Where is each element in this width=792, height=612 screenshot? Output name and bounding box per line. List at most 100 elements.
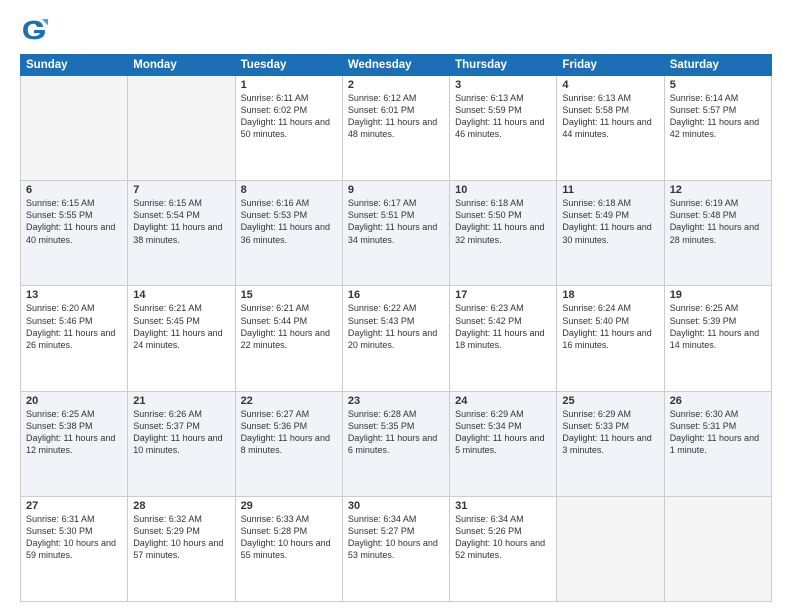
day-number: 21 bbox=[133, 395, 229, 407]
header bbox=[20, 16, 772, 44]
weekday-header-row: SundayMondayTuesdayWednesdayThursdayFrid… bbox=[21, 55, 772, 76]
day-number: 7 bbox=[133, 184, 229, 196]
cell-info: Sunrise: 6:21 AMSunset: 5:44 PMDaylight:… bbox=[241, 302, 337, 351]
calendar-cell: 17Sunrise: 6:23 AMSunset: 5:42 PMDayligh… bbox=[450, 286, 557, 391]
day-number: 12 bbox=[670, 184, 766, 196]
cell-info: Sunrise: 6:18 AMSunset: 5:50 PMDaylight:… bbox=[455, 197, 551, 246]
day-number: 3 bbox=[455, 79, 551, 91]
calendar-cell: 22Sunrise: 6:27 AMSunset: 5:36 PMDayligh… bbox=[235, 391, 342, 496]
calendar-cell: 18Sunrise: 6:24 AMSunset: 5:40 PMDayligh… bbox=[557, 286, 664, 391]
day-number: 15 bbox=[241, 289, 337, 301]
calendar-cell: 8Sunrise: 6:16 AMSunset: 5:53 PMDaylight… bbox=[235, 181, 342, 286]
day-number: 30 bbox=[348, 500, 444, 512]
cell-info: Sunrise: 6:31 AMSunset: 5:30 PMDaylight:… bbox=[26, 513, 122, 562]
day-number: 23 bbox=[348, 395, 444, 407]
day-number: 17 bbox=[455, 289, 551, 301]
calendar-row-3: 20Sunrise: 6:25 AMSunset: 5:38 PMDayligh… bbox=[21, 391, 772, 496]
calendar-cell: 12Sunrise: 6:19 AMSunset: 5:48 PMDayligh… bbox=[664, 181, 771, 286]
cell-info: Sunrise: 6:15 AMSunset: 5:55 PMDaylight:… bbox=[26, 197, 122, 246]
calendar-cell: 30Sunrise: 6:34 AMSunset: 5:27 PMDayligh… bbox=[342, 496, 449, 601]
calendar-cell: 2Sunrise: 6:12 AMSunset: 6:01 PMDaylight… bbox=[342, 76, 449, 181]
cell-info: Sunrise: 6:29 AMSunset: 5:34 PMDaylight:… bbox=[455, 408, 551, 457]
calendar-cell bbox=[664, 496, 771, 601]
calendar-cell: 3Sunrise: 6:13 AMSunset: 5:59 PMDaylight… bbox=[450, 76, 557, 181]
cell-info: Sunrise: 6:30 AMSunset: 5:31 PMDaylight:… bbox=[670, 408, 766, 457]
calendar-cell: 29Sunrise: 6:33 AMSunset: 5:28 PMDayligh… bbox=[235, 496, 342, 601]
calendar-cell: 13Sunrise: 6:20 AMSunset: 5:46 PMDayligh… bbox=[21, 286, 128, 391]
calendar-cell bbox=[128, 76, 235, 181]
cell-info: Sunrise: 6:19 AMSunset: 5:48 PMDaylight:… bbox=[670, 197, 766, 246]
day-number: 6 bbox=[26, 184, 122, 196]
cell-info: Sunrise: 6:22 AMSunset: 5:43 PMDaylight:… bbox=[348, 302, 444, 351]
calendar-cell: 4Sunrise: 6:13 AMSunset: 5:58 PMDaylight… bbox=[557, 76, 664, 181]
day-number: 14 bbox=[133, 289, 229, 301]
day-number: 24 bbox=[455, 395, 551, 407]
day-number: 10 bbox=[455, 184, 551, 196]
calendar-row-1: 6Sunrise: 6:15 AMSunset: 5:55 PMDaylight… bbox=[21, 181, 772, 286]
calendar-cell: 25Sunrise: 6:29 AMSunset: 5:33 PMDayligh… bbox=[557, 391, 664, 496]
calendar-cell: 21Sunrise: 6:26 AMSunset: 5:37 PMDayligh… bbox=[128, 391, 235, 496]
calendar-cell: 27Sunrise: 6:31 AMSunset: 5:30 PMDayligh… bbox=[21, 496, 128, 601]
cell-info: Sunrise: 6:21 AMSunset: 5:45 PMDaylight:… bbox=[133, 302, 229, 351]
day-number: 1 bbox=[241, 79, 337, 91]
calendar-cell: 11Sunrise: 6:18 AMSunset: 5:49 PMDayligh… bbox=[557, 181, 664, 286]
weekday-header-friday: Friday bbox=[557, 55, 664, 76]
cell-info: Sunrise: 6:29 AMSunset: 5:33 PMDaylight:… bbox=[562, 408, 658, 457]
cell-info: Sunrise: 6:20 AMSunset: 5:46 PMDaylight:… bbox=[26, 302, 122, 351]
day-number: 25 bbox=[562, 395, 658, 407]
calendar-cell bbox=[557, 496, 664, 601]
day-number: 16 bbox=[348, 289, 444, 301]
cell-info: Sunrise: 6:34 AMSunset: 5:26 PMDaylight:… bbox=[455, 513, 551, 562]
weekday-header-monday: Monday bbox=[128, 55, 235, 76]
calendar-cell: 16Sunrise: 6:22 AMSunset: 5:43 PMDayligh… bbox=[342, 286, 449, 391]
cell-info: Sunrise: 6:26 AMSunset: 5:37 PMDaylight:… bbox=[133, 408, 229, 457]
cell-info: Sunrise: 6:18 AMSunset: 5:49 PMDaylight:… bbox=[562, 197, 658, 246]
calendar-cell: 31Sunrise: 6:34 AMSunset: 5:26 PMDayligh… bbox=[450, 496, 557, 601]
day-number: 4 bbox=[562, 79, 658, 91]
cell-info: Sunrise: 6:13 AMSunset: 5:59 PMDaylight:… bbox=[455, 92, 551, 141]
cell-info: Sunrise: 6:14 AMSunset: 5:57 PMDaylight:… bbox=[670, 92, 766, 141]
day-number: 26 bbox=[670, 395, 766, 407]
day-number: 22 bbox=[241, 395, 337, 407]
weekday-header-saturday: Saturday bbox=[664, 55, 771, 76]
day-number: 31 bbox=[455, 500, 551, 512]
calendar-cell: 15Sunrise: 6:21 AMSunset: 5:44 PMDayligh… bbox=[235, 286, 342, 391]
logo bbox=[20, 16, 52, 44]
calendar-cell: 26Sunrise: 6:30 AMSunset: 5:31 PMDayligh… bbox=[664, 391, 771, 496]
cell-info: Sunrise: 6:25 AMSunset: 5:38 PMDaylight:… bbox=[26, 408, 122, 457]
cell-info: Sunrise: 6:28 AMSunset: 5:35 PMDaylight:… bbox=[348, 408, 444, 457]
calendar-cell: 6Sunrise: 6:15 AMSunset: 5:55 PMDaylight… bbox=[21, 181, 128, 286]
cell-info: Sunrise: 6:15 AMSunset: 5:54 PMDaylight:… bbox=[133, 197, 229, 246]
calendar-cell: 7Sunrise: 6:15 AMSunset: 5:54 PMDaylight… bbox=[128, 181, 235, 286]
calendar-cell bbox=[21, 76, 128, 181]
weekday-header-wednesday: Wednesday bbox=[342, 55, 449, 76]
cell-info: Sunrise: 6:27 AMSunset: 5:36 PMDaylight:… bbox=[241, 408, 337, 457]
calendar-cell: 19Sunrise: 6:25 AMSunset: 5:39 PMDayligh… bbox=[664, 286, 771, 391]
day-number: 29 bbox=[241, 500, 337, 512]
cell-info: Sunrise: 6:16 AMSunset: 5:53 PMDaylight:… bbox=[241, 197, 337, 246]
weekday-header-thursday: Thursday bbox=[450, 55, 557, 76]
cell-info: Sunrise: 6:17 AMSunset: 5:51 PMDaylight:… bbox=[348, 197, 444, 246]
day-number: 13 bbox=[26, 289, 122, 301]
day-number: 19 bbox=[670, 289, 766, 301]
cell-info: Sunrise: 6:25 AMSunset: 5:39 PMDaylight:… bbox=[670, 302, 766, 351]
calendar-row-4: 27Sunrise: 6:31 AMSunset: 5:30 PMDayligh… bbox=[21, 496, 772, 601]
calendar-row-2: 13Sunrise: 6:20 AMSunset: 5:46 PMDayligh… bbox=[21, 286, 772, 391]
cell-info: Sunrise: 6:33 AMSunset: 5:28 PMDaylight:… bbox=[241, 513, 337, 562]
day-number: 27 bbox=[26, 500, 122, 512]
day-number: 8 bbox=[241, 184, 337, 196]
cell-info: Sunrise: 6:23 AMSunset: 5:42 PMDaylight:… bbox=[455, 302, 551, 351]
day-number: 2 bbox=[348, 79, 444, 91]
day-number: 9 bbox=[348, 184, 444, 196]
calendar-row-0: 1Sunrise: 6:11 AMSunset: 6:02 PMDaylight… bbox=[21, 76, 772, 181]
page: SundayMondayTuesdayWednesdayThursdayFrid… bbox=[0, 0, 792, 612]
calendar-cell: 14Sunrise: 6:21 AMSunset: 5:45 PMDayligh… bbox=[128, 286, 235, 391]
cell-info: Sunrise: 6:34 AMSunset: 5:27 PMDaylight:… bbox=[348, 513, 444, 562]
calendar-cell: 28Sunrise: 6:32 AMSunset: 5:29 PMDayligh… bbox=[128, 496, 235, 601]
calendar-cell: 20Sunrise: 6:25 AMSunset: 5:38 PMDayligh… bbox=[21, 391, 128, 496]
calendar-table: SundayMondayTuesdayWednesdayThursdayFrid… bbox=[20, 54, 772, 602]
day-number: 5 bbox=[670, 79, 766, 91]
day-number: 20 bbox=[26, 395, 122, 407]
cell-info: Sunrise: 6:32 AMSunset: 5:29 PMDaylight:… bbox=[133, 513, 229, 562]
calendar-cell: 9Sunrise: 6:17 AMSunset: 5:51 PMDaylight… bbox=[342, 181, 449, 286]
